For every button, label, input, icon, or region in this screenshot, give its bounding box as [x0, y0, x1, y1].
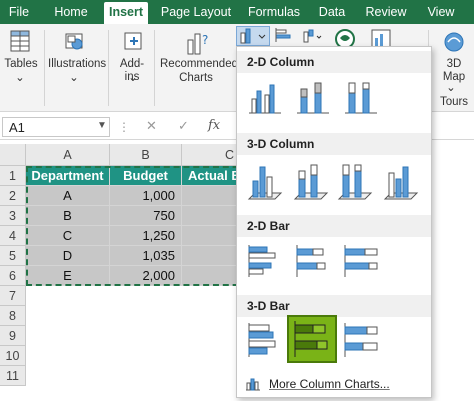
- table-cell[interactable]: A: [26, 186, 110, 206]
- table-header-cell[interactable]: Budget: [110, 166, 182, 186]
- row-header[interactable]: 8: [0, 306, 26, 326]
- enter-icon[interactable]: ✓: [178, 118, 189, 134]
- chevron-down-icon[interactable]: ⌄: [443, 82, 459, 95]
- more-column-charts-link[interactable]: More Column Charts...: [269, 377, 390, 391]
- fx-icon[interactable]: fx: [208, 118, 220, 133]
- row-header[interactable]: 11: [0, 366, 26, 386]
- section-header-2d-column: 2-D Column: [237, 51, 431, 73]
- recommended-charts-label-2[interactable]: Charts: [160, 72, 232, 85]
- chevron-down-icon[interactable]: ⌄: [66, 72, 82, 85]
- tab-review[interactable]: Review: [364, 0, 408, 24]
- tables-icon[interactable]: [10, 30, 30, 55]
- chart-gallery-dropdown: 2-D Column 3-D Column 2-D Bar 3-D Bar Mo…: [236, 46, 432, 398]
- select-all-corner[interactable]: [0, 144, 26, 166]
- illustrations-icon[interactable]: [64, 30, 86, 55]
- section-header-2d-bar: 2-D Bar: [237, 215, 431, 237]
- illustrations-label[interactable]: Illustrations: [48, 58, 106, 71]
- row-header[interactable]: 5: [0, 246, 26, 266]
- clustered-bar-option[interactable]: [245, 241, 285, 281]
- menu-bar: File Home Insert Page Layout Formulas Da…: [0, 0, 474, 24]
- name-box[interactable]: A1 ▼: [2, 117, 110, 137]
- 3d-clustered-column-option[interactable]: [245, 159, 285, 200]
- 3d-clustered-bar-option[interactable]: [245, 319, 285, 359]
- addins-icon[interactable]: [122, 30, 144, 55]
- 3d-100-stacked-column-option[interactable]: [335, 159, 375, 200]
- 100-stacked-bar-option[interactable]: [341, 241, 381, 281]
- tab-home[interactable]: Home: [52, 0, 90, 24]
- table-header-cell[interactable]: Department: [26, 166, 110, 186]
- tab-view[interactable]: View: [424, 0, 458, 24]
- clustered-column-option[interactable]: [245, 77, 285, 117]
- tab-data[interactable]: Data: [316, 0, 348, 24]
- row-header[interactable]: 4: [0, 226, 26, 246]
- column-header-b[interactable]: B: [110, 144, 182, 166]
- table-cell[interactable]: 1,035: [110, 246, 182, 266]
- table-cell[interactable]: C: [26, 226, 110, 246]
- recommended-charts-icon[interactable]: ?: [186, 30, 210, 59]
- row-header[interactable]: 6: [0, 266, 26, 286]
- table-cell[interactable]: E: [26, 266, 110, 286]
- row-header[interactable]: 2: [0, 186, 26, 206]
- name-box-value: A1: [9, 120, 25, 135]
- tab-page-layout[interactable]: Page Layout: [160, 0, 232, 24]
- 100-stacked-column-option[interactable]: [341, 77, 381, 117]
- more-options-icon: ⋮: [118, 120, 130, 134]
- bar-chart-button[interactable]: [274, 28, 294, 47]
- row-header[interactable]: 9: [0, 326, 26, 346]
- row-header[interactable]: 7: [0, 286, 26, 306]
- recommended-charts-label-1[interactable]: Recommended: [160, 58, 238, 71]
- column-chart-button[interactable]: [236, 26, 270, 46]
- row-header[interactable]: 3: [0, 206, 26, 226]
- chevron-down-icon[interactable]: ⌄: [125, 72, 141, 85]
- more-charts-icon[interactable]: [245, 377, 261, 394]
- 3d-map-label-1[interactable]: 3D: [436, 58, 472, 71]
- table-cell[interactable]: 1,000: [110, 186, 182, 206]
- chevron-down-icon[interactable]: ▼: [97, 120, 107, 131]
- 3d-stacked-column-option[interactable]: [291, 159, 331, 200]
- table-cell[interactable]: D: [26, 246, 110, 266]
- table-cell[interactable]: 750: [110, 206, 182, 226]
- table-cell[interactable]: 2,000: [110, 266, 182, 286]
- table-cell[interactable]: B: [26, 206, 110, 226]
- 3d-stacked-bar-option[interactable]: [287, 315, 337, 363]
- stacked-bar-option[interactable]: [293, 241, 333, 281]
- tables-label[interactable]: Tables: [2, 58, 40, 71]
- table-cell[interactable]: 1,250: [110, 226, 182, 246]
- 3d-100-stacked-bar-option[interactable]: [341, 319, 381, 359]
- cancel-icon[interactable]: ✕: [146, 118, 157, 134]
- column-header-a[interactable]: A: [26, 144, 110, 166]
- section-header-3d-bar: 3-D Bar: [237, 295, 431, 317]
- tab-insert[interactable]: Insert: [104, 2, 148, 24]
- stacked-column-option[interactable]: [293, 77, 333, 117]
- chevron-down-icon[interactable]: ⌄: [12, 72, 28, 85]
- 3d-map-icon[interactable]: [442, 30, 466, 57]
- waterfall-chart-button[interactable]: [302, 28, 324, 47]
- svg-text:?: ?: [202, 33, 208, 47]
- row-header[interactable]: 10: [0, 346, 26, 366]
- section-header-3d-column: 3-D Column: [237, 133, 431, 155]
- row-header[interactable]: 1: [0, 166, 26, 186]
- tab-file[interactable]: File: [4, 0, 34, 24]
- 3d-column-option[interactable]: [381, 159, 421, 200]
- tab-formulas[interactable]: Formulas: [246, 0, 302, 24]
- tours-label: Tours: [439, 96, 469, 108]
